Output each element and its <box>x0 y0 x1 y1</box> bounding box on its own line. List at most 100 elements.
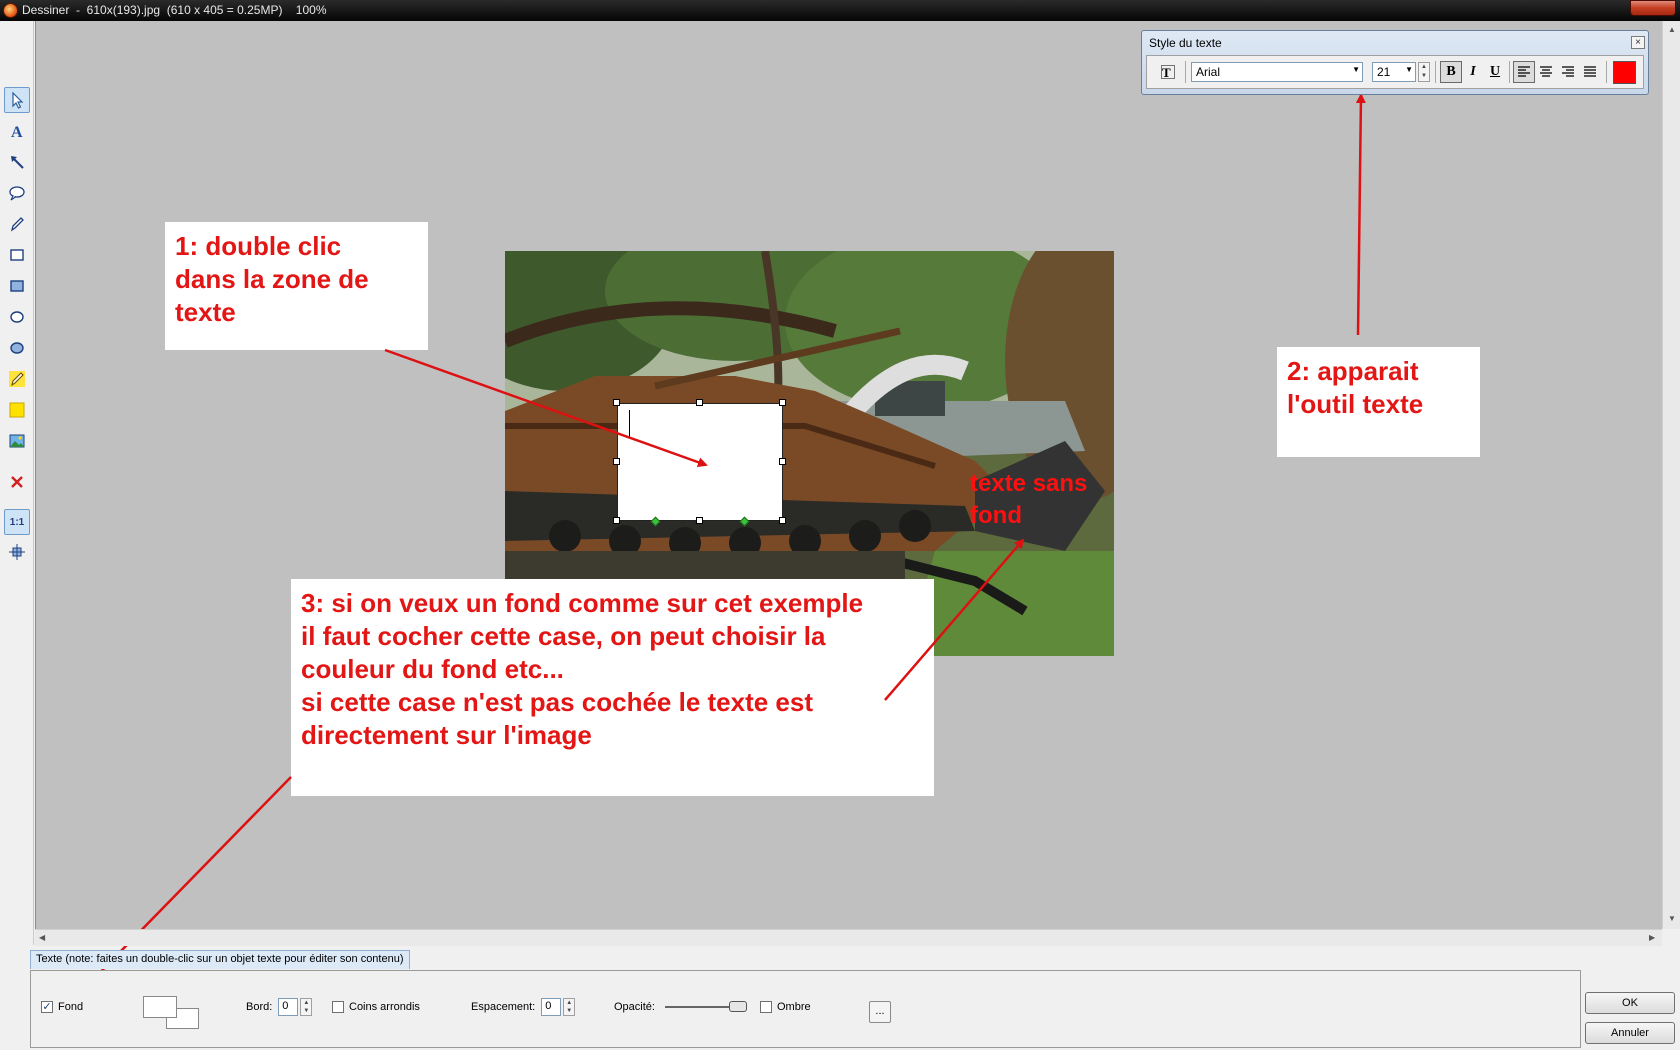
resize-handle-e[interactable] <box>779 458 786 465</box>
align-justify-button[interactable] <box>1579 61 1601 83</box>
underline-button[interactable]: U <box>1484 61 1506 83</box>
annotation-step-2[interactable]: 2: apparait l'outil texte <box>1277 347 1480 457</box>
fond-option[interactable]: ✓ Fond <box>41 997 83 1017</box>
resize-handle-w[interactable] <box>613 458 620 465</box>
bord-input[interactable]: 0 <box>278 998 299 1016</box>
espacement-input[interactable]: 0 <box>541 998 562 1016</box>
highlighter-icon <box>9 371 25 387</box>
espacement-option: Espacement: 0 ▲ ▼ <box>471 997 576 1017</box>
vertical-scrollbar[interactable]: ▲ ▼ <box>1662 21 1680 929</box>
bord-spinner[interactable]: ▲ ▼ <box>300 998 313 1016</box>
callout-tool-button[interactable] <box>4 180 30 206</box>
resize-handle-s[interactable] <box>696 517 703 524</box>
align-center-icon <box>1540 66 1552 77</box>
bold-button[interactable]: B <box>1440 61 1462 83</box>
espacement-spinner[interactable]: ▲ ▼ <box>563 998 576 1016</box>
espacement-label: Espacement: <box>471 1001 536 1013</box>
speech-bubble-icon <box>9 186 25 201</box>
coins-arrondis-label: Coins arrondis <box>349 1001 420 1013</box>
filled-rectangle-tool-button[interactable] <box>4 273 30 299</box>
coins-option[interactable]: Coins arrondis <box>332 997 420 1017</box>
scroll-down-icon[interactable]: ▼ <box>1668 914 1676 923</box>
scroll-right-icon[interactable]: ▶ <box>1649 933 1655 942</box>
palette-body: T Arial ▼ 21 ▼ ▲ ▼ B I U <box>1146 55 1644 89</box>
resize-handle-se[interactable] <box>779 517 786 524</box>
resize-handle-nw[interactable] <box>613 399 620 406</box>
ombre-option[interactable]: Ombre <box>760 997 811 1017</box>
highlighter-tool-button[interactable] <box>4 366 30 392</box>
fit-tool-button[interactable] <box>4 539 30 565</box>
delete-tool-button[interactable] <box>4 469 30 495</box>
pen-tool-button[interactable] <box>4 211 30 237</box>
align-left-icon <box>1518 66 1530 77</box>
rectangle-icon <box>10 249 24 261</box>
coins-arrondis-checkbox[interactable] <box>332 1001 344 1013</box>
tab-texte[interactable]: Texte (note: faites un double-clic sur u… <box>30 950 410 969</box>
align-right-button[interactable] <box>1557 61 1579 83</box>
font-family-select[interactable]: Arial ▼ <box>1191 62 1363 82</box>
resize-handle-n[interactable] <box>696 399 703 406</box>
yellow-square-icon <box>9 402 25 418</box>
horizontal-scrollbar[interactable]: ◀ ▶ <box>35 929 1662 946</box>
ok-button[interactable]: OK <box>1585 992 1675 1014</box>
filled-ellipse-tool-button[interactable] <box>4 335 30 361</box>
ellipse-tool-button[interactable] <box>4 304 30 330</box>
scroll-left-icon[interactable]: ◀ <box>39 933 45 942</box>
palette-close-button[interactable]: × <box>1631 36 1645 49</box>
fill-color-swatch[interactable] <box>143 996 177 1018</box>
background-color-picker[interactable] <box>143 996 201 1030</box>
bord-option: Bord: 0 ▲ ▼ <box>246 997 313 1017</box>
text-tool-button[interactable]: A <box>4 118 30 144</box>
more-options-button[interactable]: ... <box>869 1001 891 1023</box>
font-size-spinner[interactable]: ▲ ▼ <box>1418 62 1430 82</box>
text-properties-panel: Texte (note: faites un double-clic sur u… <box>30 950 1581 1048</box>
font-size-select[interactable]: 21 ▼ <box>1372 62 1416 82</box>
filled-rectangle-icon <box>10 280 24 292</box>
text-format-icon: T <box>1161 65 1175 79</box>
palette-title: Style du texte <box>1149 36 1222 50</box>
picture-icon <box>9 434 25 448</box>
palette-separator <box>1435 61 1436 83</box>
ombre-checkbox[interactable] <box>760 1001 772 1013</box>
palette-separator <box>1185 61 1186 83</box>
resize-handle-ne[interactable] <box>779 399 786 406</box>
actual-size-tool-button[interactable]: 1:1 <box>4 509 30 535</box>
select-tool-button[interactable] <box>4 87 30 113</box>
align-center-button[interactable] <box>1535 61 1557 83</box>
svg-text:T: T <box>1162 65 1171 79</box>
cancel-button[interactable]: Annuler <box>1585 1022 1675 1044</box>
text-color-swatch[interactable] <box>1613 61 1636 84</box>
one-to-one-icon: 1:1 <box>9 516 25 528</box>
fond-label: Fond <box>58 1001 84 1013</box>
text-style-palette[interactable]: Style du texte × T Arial ▼ 21 ▼ ▲ ▼ B I U <box>1141 30 1649 95</box>
opacite-slider[interactable] <box>664 998 747 1016</box>
title-bar: Dessiner - 610x(193).jpg (610 x 405 = 0.… <box>0 0 1680 21</box>
annotation-step-1[interactable]: 1: double clic dans la zone de texte <box>165 222 428 350</box>
italic-button[interactable]: I <box>1462 61 1484 83</box>
text-format-button[interactable]: T <box>1157 61 1179 83</box>
align-left-button[interactable] <box>1513 61 1535 83</box>
drawing-toolbar: A 1:1 <box>0 21 34 945</box>
scroll-up-icon[interactable]: ▲ <box>1668 25 1676 34</box>
text-a-icon: A <box>11 124 23 140</box>
app-icon <box>3 3 18 18</box>
resize-handle-sw[interactable] <box>613 517 620 524</box>
annotation-step-3[interactable]: 3: si on veux un fond comme sur cet exem… <box>291 579 934 796</box>
text-object-edit-box[interactable] <box>617 403 783 521</box>
text-without-background[interactable]: texte sans fond <box>970 468 1120 532</box>
opacite-slider-thumb[interactable] <box>728 1001 747 1012</box>
ombre-label: Ombre <box>777 1001 811 1013</box>
palette-separator <box>1606 61 1607 83</box>
window-close-button[interactable] <box>1630 0 1676 16</box>
highlight-rectangle-tool-button[interactable] <box>4 397 30 423</box>
font-size-value: 21 <box>1377 65 1391 79</box>
arrow-icon <box>11 156 24 169</box>
text-caret <box>629 410 630 438</box>
arrow-tool-button[interactable] <box>4 149 30 175</box>
rectangle-tool-button[interactable] <box>4 242 30 268</box>
image-tool-button[interactable] <box>4 428 30 454</box>
fond-checkbox[interactable]: ✓ <box>41 1001 53 1013</box>
opacite-option: Opacité: <box>614 997 747 1017</box>
align-right-icon <box>1562 66 1574 77</box>
pointer-icon <box>12 91 24 109</box>
